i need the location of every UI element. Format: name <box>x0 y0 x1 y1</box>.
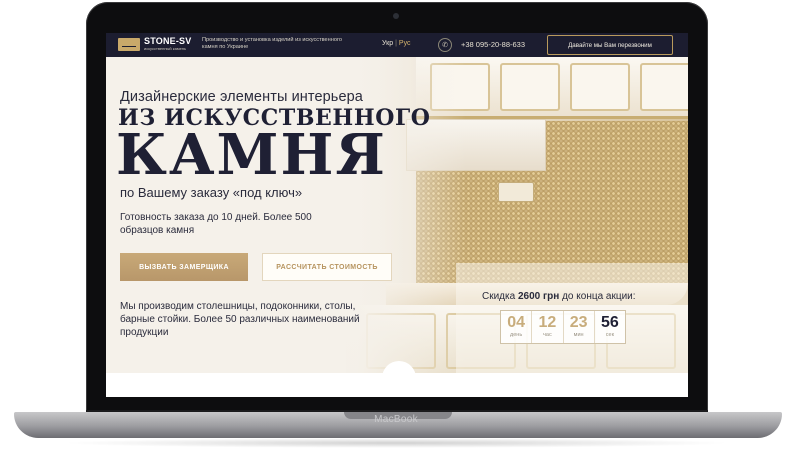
logo-text: STONE-SV искусственный камень <box>144 37 191 52</box>
camera-icon <box>393 13 399 19</box>
hero-line-4: по Вашему заказу «под ключ» <box>120 185 303 200</box>
laptop-shadow <box>60 438 732 448</box>
countdown-timer: 04 день 12 час 23 мин 56 сек <box>500 310 626 344</box>
timer-seconds: 56 сек <box>595 311 625 343</box>
cabinet-door <box>500 63 560 111</box>
timer-minutes-value: 23 <box>569 314 588 331</box>
logo-subtitle: искусственный камень <box>144 46 187 51</box>
timer-seconds-label: сек <box>605 332 614 338</box>
hero-section: Дизайнерские элементы интерьера ИЗ ИСКУС… <box>106 57 688 373</box>
promo-prefix: Скидка <box>482 291 516 302</box>
laptop-mockup: MacBook Дизайнерские элементы интерьера … <box>0 0 792 464</box>
promo-amount: 2600 грн <box>517 291 560 302</box>
hero-line-1: Дизайнерские элементы интерьера <box>120 89 363 105</box>
lang-separator: | <box>395 40 397 47</box>
logo[interactable]: STONE-SV искусственный камень <box>118 37 191 52</box>
timer-days-value: 04 <box>507 314 526 331</box>
lang-ukr-link[interactable]: Укр <box>382 40 393 47</box>
timer-minutes: 23 мин <box>564 311 595 343</box>
timer-hours: 12 час <box>532 311 564 343</box>
phone-number[interactable]: +38 095-20-88-633 <box>461 40 525 49</box>
callback-button[interactable]: Давайте мы Вам перезвоним <box>547 35 673 55</box>
logo-icon <box>118 38 140 51</box>
promo-suffix: до конца акции: <box>562 291 636 302</box>
lang-rus-link[interactable]: Рус <box>399 40 411 47</box>
hero-title: КАМНЯ <box>116 122 387 188</box>
wall-socket-image <box>498 182 534 202</box>
language-switcher: Укр | Рус <box>382 40 411 47</box>
phone-icon: ✆ <box>438 38 452 52</box>
site-header: STONE-SV искусственный камень Производст… <box>106 33 688 57</box>
timer-days: 04 день <box>501 311 533 343</box>
timer-seconds-value: 56 <box>600 314 619 331</box>
timer-hours-label: час <box>543 332 552 338</box>
promo-text: Скидка 2600 грн до конца акции: <box>482 291 636 302</box>
hero-features: Готовность заказа до 10 дней. Более 500 … <box>120 212 312 236</box>
scroll-down-circle[interactable] <box>382 361 416 395</box>
timer-days-label: день <box>510 332 523 338</box>
header-tagline: Производство и установка изделий из иску… <box>202 37 342 50</box>
hero-description: Мы производим столешницы, подоконники, с… <box>120 301 360 338</box>
call-measurer-button[interactable]: ВЫЗВАТЬ ЗАМЕРЩИКА <box>120 253 248 281</box>
timer-minutes-label: мин <box>573 332 584 338</box>
cabinet-door <box>570 63 630 111</box>
cabinet-door <box>640 63 688 111</box>
logo-title: STONE-SV <box>144 36 192 46</box>
timer-hours-value: 12 <box>538 314 557 331</box>
device-label: MacBook <box>374 414 418 425</box>
calculate-cost-button[interactable]: РАССЧИТАТЬ СТОИМОСТЬ <box>262 253 392 281</box>
website-screen: Дизайнерские элементы интерьера ИЗ ИСКУС… <box>106 33 688 397</box>
